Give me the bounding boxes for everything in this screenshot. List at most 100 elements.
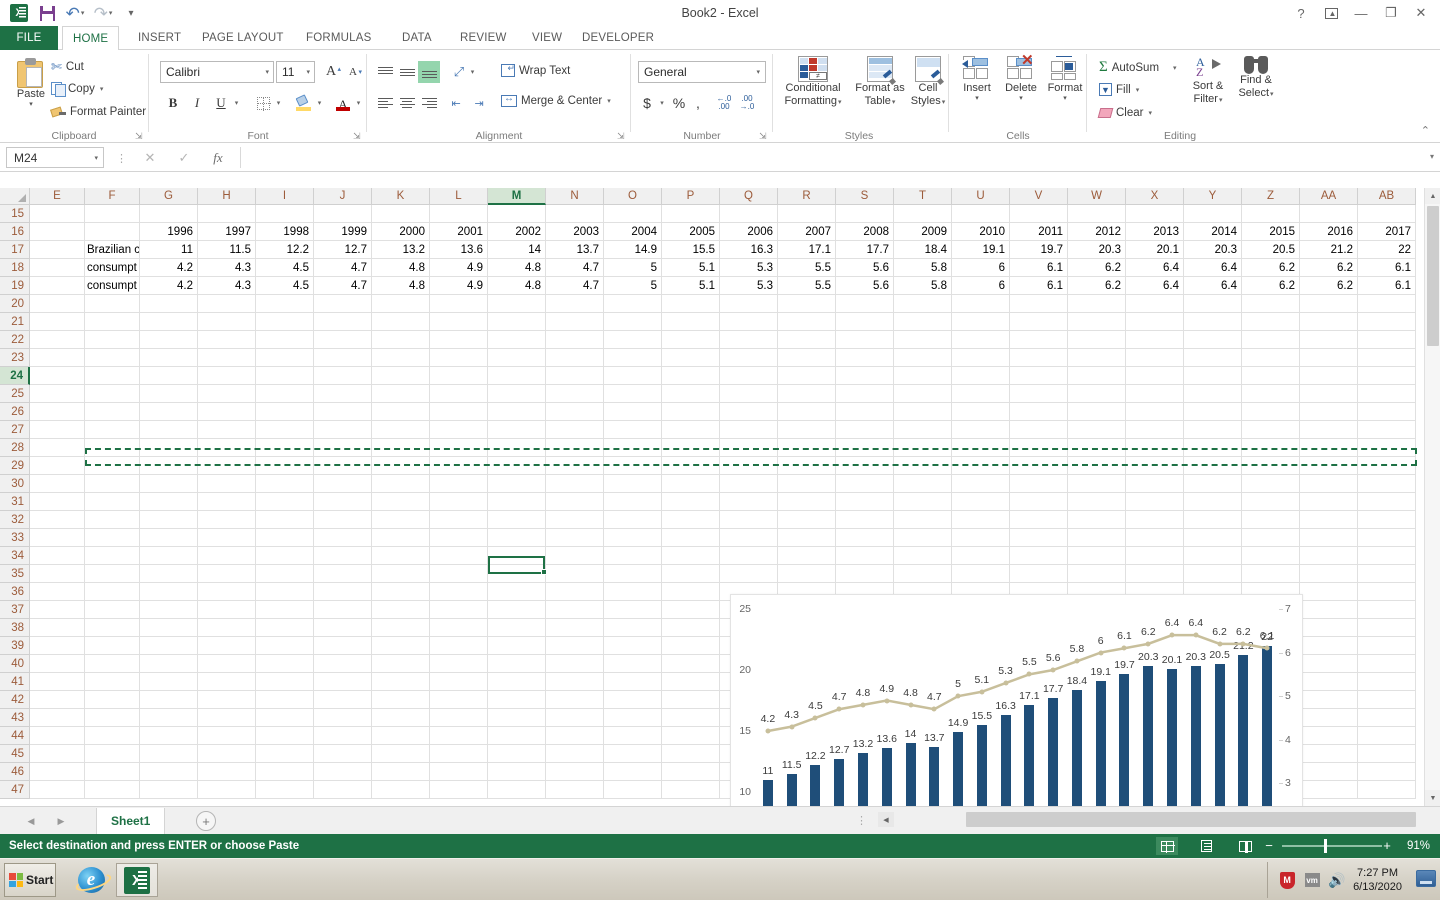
cell-S15[interactable] [836,205,894,223]
cell-AA43[interactable] [1300,709,1358,727]
cell-G44[interactable] [140,727,198,745]
cell-G22[interactable] [140,331,198,349]
cell-J23[interactable] [314,349,372,367]
cell-L21[interactable] [430,313,488,331]
cell-N19[interactable]: 4.7 [546,277,604,295]
cell-J17[interactable]: 12.7 [314,241,372,259]
cell-Y20[interactable] [1184,295,1242,313]
chart-line-marker[interactable] [908,702,913,707]
cell-J35[interactable] [314,565,372,583]
cell-N41[interactable] [546,673,604,691]
cell-I23[interactable] [256,349,314,367]
chart-line-marker[interactable] [1217,641,1222,646]
chart-bar[interactable] [1167,669,1177,806]
cell-L25[interactable] [430,385,488,403]
cell-P37[interactable] [662,601,720,619]
cell-Z32[interactable] [1242,511,1300,529]
cell-I17[interactable]: 12.2 [256,241,314,259]
cell-O20[interactable] [604,295,662,313]
cell-I37[interactable] [256,601,314,619]
column-header-x[interactable]: X [1126,188,1184,205]
cell-J44[interactable] [314,727,372,745]
cell-N26[interactable] [546,403,604,421]
cell-W24[interactable] [1068,367,1126,385]
cell-H47[interactable] [198,781,256,799]
vertical-scroll-thumb[interactable] [1427,206,1439,346]
cell-AA39[interactable] [1300,637,1358,655]
cell-F38[interactable] [85,619,140,637]
cell-J18[interactable]: 4.7 [314,259,372,277]
row-header-38[interactable]: 38 [0,619,30,637]
cell-V15[interactable] [1010,205,1068,223]
tab-home[interactable]: HOME [62,26,119,51]
chart-line-marker[interactable] [1170,633,1175,638]
cell-W21[interactable] [1068,313,1126,331]
cell-I24[interactable] [256,367,314,385]
cell-X30[interactable] [1126,475,1184,493]
cell-U27[interactable] [952,421,1010,439]
cell-J29[interactable] [314,457,372,475]
find-select-button[interactable]: Find & Select▾ [1232,56,1280,99]
cell-I31[interactable] [256,493,314,511]
cell-K45[interactable] [372,745,430,763]
cell-F17[interactable]: Brazilian c [85,241,140,259]
cell-N30[interactable] [546,475,604,493]
cell-W23[interactable] [1068,349,1126,367]
cell-M32[interactable] [488,511,546,529]
page-layout-view-button[interactable] [1195,837,1217,855]
borders-button[interactable] [252,92,274,114]
decrease-decimal-button[interactable]: .00→.0 [737,92,757,114]
cell-L31[interactable] [430,493,488,511]
cell-H33[interactable] [198,529,256,547]
minimize-button[interactable]: — [1346,1,1376,25]
cell-F45[interactable] [85,745,140,763]
cell-O46[interactable] [604,763,662,781]
cell-AB24[interactable] [1358,367,1416,385]
cell-M25[interactable] [488,385,546,403]
cell-J43[interactable] [314,709,372,727]
cell-O21[interactable] [604,313,662,331]
cell-X26[interactable] [1126,403,1184,421]
cell-AB45[interactable] [1358,745,1416,763]
cell-N42[interactable] [546,691,604,709]
cell-AA23[interactable] [1300,349,1358,367]
cell-AA45[interactable] [1300,745,1358,763]
cell-P36[interactable] [662,583,720,601]
cell-AA18[interactable]: 6.2 [1300,259,1358,277]
cell-O41[interactable] [604,673,662,691]
cell-X19[interactable]: 6.4 [1126,277,1184,295]
cell-L27[interactable] [430,421,488,439]
cell-I19[interactable]: 4.5 [256,277,314,295]
cell-X27[interactable] [1126,421,1184,439]
cell-N16[interactable]: 2003 [546,223,604,241]
cell-AB29[interactable] [1358,457,1416,475]
cell-M23[interactable] [488,349,546,367]
cell-S28[interactable] [836,439,894,457]
normal-view-button[interactable] [1156,837,1178,855]
cell-P42[interactable] [662,691,720,709]
cell-J47[interactable] [314,781,372,799]
name-box[interactable]: M24 ▾ [6,147,104,168]
cell-R15[interactable] [778,205,836,223]
cell-I25[interactable] [256,385,314,403]
cell-P19[interactable]: 5.1 [662,277,720,295]
cell-T31[interactable] [894,493,952,511]
cell-W16[interactable]: 2012 [1068,223,1126,241]
cell-AB25[interactable] [1358,385,1416,403]
cell-Y34[interactable] [1184,547,1242,565]
cell-K15[interactable] [372,205,430,223]
chart-bar[interactable] [906,743,916,806]
cut-button[interactable]: ✄ Cut [48,58,87,76]
cell-T35[interactable] [894,565,952,583]
cell-E16[interactable] [30,223,85,241]
cell-N43[interactable] [546,709,604,727]
cell-L37[interactable] [430,601,488,619]
cell-F42[interactable] [85,691,140,709]
cell-H36[interactable] [198,583,256,601]
cell-T23[interactable] [894,349,952,367]
cell-F44[interactable] [85,727,140,745]
cell-G40[interactable] [140,655,198,673]
cell-E25[interactable] [30,385,85,403]
chart-line-marker[interactable] [1146,641,1151,646]
cell-AB37[interactable] [1358,601,1416,619]
